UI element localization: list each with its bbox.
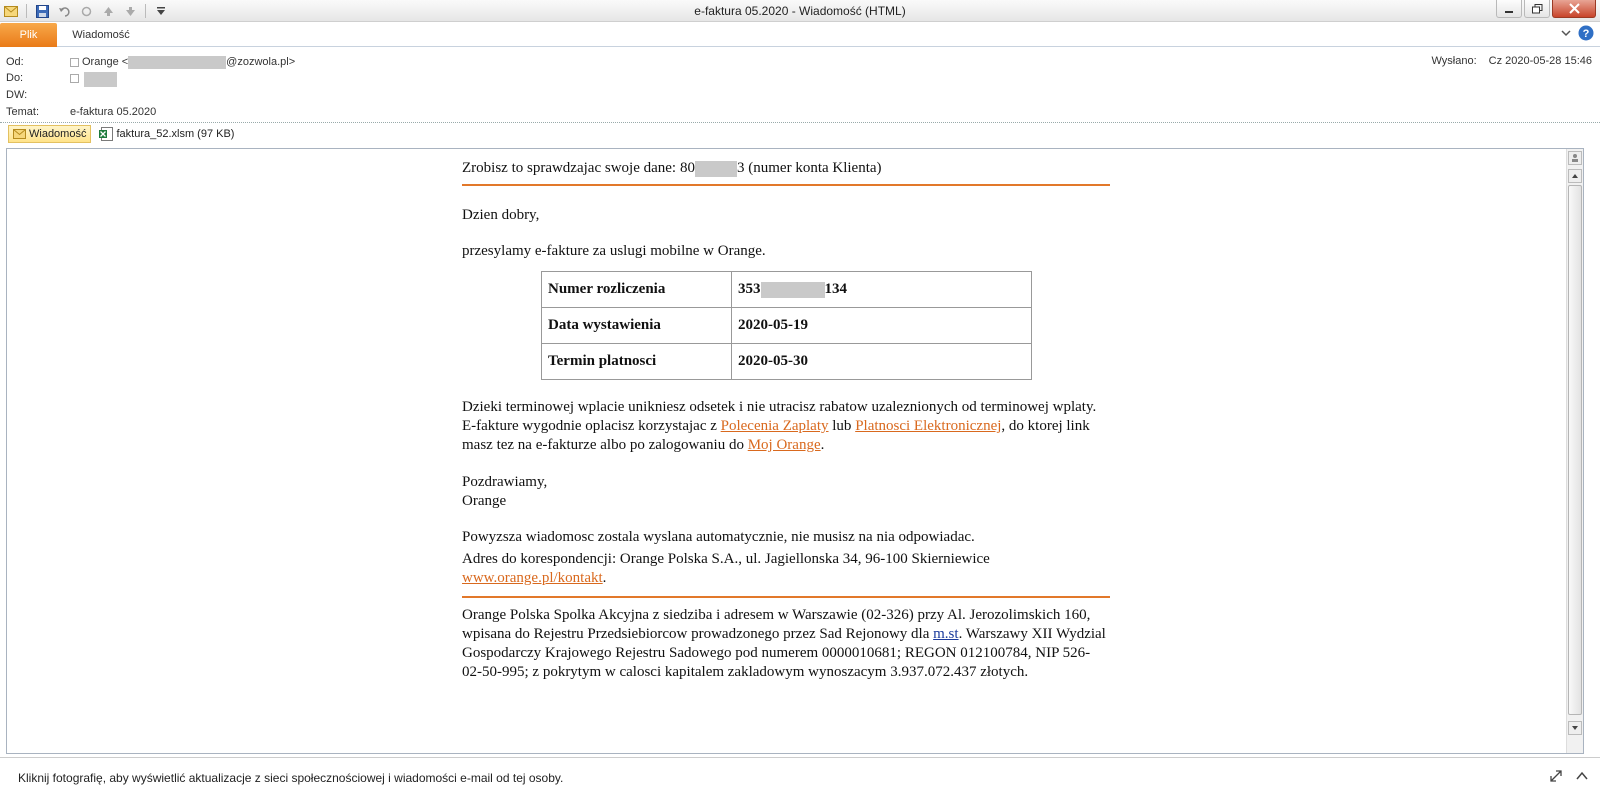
arrow-up-icon xyxy=(1572,174,1578,178)
orange-divider xyxy=(462,596,1110,598)
tab-file[interactable]: Plik xyxy=(0,23,57,47)
restore-button[interactable] xyxy=(1524,0,1550,18)
restore-icon xyxy=(1531,3,1542,13)
from-label: Od: xyxy=(6,56,24,68)
svg-text:?: ? xyxy=(1583,28,1590,40)
scroll-down-button[interactable] xyxy=(1568,721,1582,735)
link-direct-debit[interactable]: Polecenia Zaplaty xyxy=(721,418,829,434)
table-cell-value: 2020-05-19 xyxy=(731,307,1032,344)
intro-text: przesylamy e-fakture za uslugi mobilne w… xyxy=(462,243,766,259)
tab-message[interactable]: Wiadomość xyxy=(62,23,140,47)
from-presence-icon xyxy=(70,57,79,67)
address-paragraph: Adres do korespondencji: Orange Polska S… xyxy=(462,550,1110,588)
link-moj-orange[interactable]: Moj Orange xyxy=(748,437,821,453)
table-cell-label: Termin platnosci xyxy=(541,343,732,380)
table-cell-label: Data wystawienia xyxy=(541,307,732,344)
chevron-up-icon[interactable] xyxy=(1576,770,1588,782)
attachment-message-tab[interactable]: Wiadomość xyxy=(8,125,92,143)
attachment-message-label: Wiadomość xyxy=(29,128,87,140)
subject-value: e-faktura 05.2020 xyxy=(70,106,157,118)
minimize-icon xyxy=(1505,10,1513,13)
window-title: e-faktura 05.2020 - Wiadomość (HTML) xyxy=(694,4,906,18)
cc-label: DW: xyxy=(6,89,28,101)
expand-icon[interactable] xyxy=(1550,770,1562,782)
table-cell-label: Numer rozliczenia xyxy=(541,271,732,308)
window-controls xyxy=(1496,0,1596,18)
people-pane-bar: Kliknij fotografię, aby wyświetlić aktua… xyxy=(0,757,1600,799)
redacted-account xyxy=(695,160,737,177)
people-pane-hint[interactable]: Kliknij fotografię, aby wyświetlić aktua… xyxy=(18,771,563,785)
table-row: Termin platnosci 2020-05-30 xyxy=(541,343,1032,380)
table-row: Numer rozliczenia 353 134 xyxy=(541,271,1032,308)
help-icon[interactable]: ? xyxy=(1578,25,1594,41)
table-row: Data wystawienia 2020-05-19 xyxy=(541,307,1032,344)
auto-note: Powyzsza wiadomosc zostala wyslana autom… xyxy=(462,529,975,545)
payment-text-2: lub xyxy=(828,418,856,434)
payment-paragraph: Dzieki terminowej wplacie unikniesz odse… xyxy=(462,398,1110,455)
attachment-file[interactable]: faktura_52.xlsm (97 KB) xyxy=(95,125,238,143)
attachment-bar: Wiadomość faktura_52.xlsm (97 KB) xyxy=(0,124,1600,144)
payment-text-4: . xyxy=(820,437,825,453)
email-content: Zrobisz to sprawdzajac swoje dane: 80 3 (… xyxy=(462,159,1110,682)
to-label: Do: xyxy=(6,72,24,84)
address-end: . xyxy=(602,570,607,586)
vertical-scrollbar[interactable] xyxy=(1566,149,1583,753)
to-row: Do: xyxy=(6,70,82,86)
minimize-button[interactable] xyxy=(1496,0,1522,18)
redacted-recipient xyxy=(84,72,117,87)
invoice-number-prefix: 353 xyxy=(738,281,761,297)
account-number: 80 3 (numer konta Klienta) xyxy=(680,159,882,178)
people-pane-icon[interactable] xyxy=(1568,151,1582,165)
invoice-table: Numer rozliczenia 353 134 Data wystawieni… xyxy=(541,271,1032,380)
header-divider xyxy=(0,122,1600,123)
table-cell-value: 2020-05-30 xyxy=(731,343,1032,380)
sent-value: Cz 2020-05-28 15:46 xyxy=(1488,55,1592,67)
account-check-line: Zrobisz to sprawdzajac swoje dane: 80 3 (… xyxy=(462,159,1110,178)
link-electronic-payment[interactable]: Platnosci Elektronicznej xyxy=(855,418,1001,434)
redacted-sender xyxy=(128,55,227,69)
ribbon-tabs: Plik Wiadomość ? xyxy=(0,22,1600,47)
sent-label: Wysłano: xyxy=(1431,55,1477,67)
signature: Orange xyxy=(462,493,507,509)
arrow-down-icon xyxy=(1572,726,1578,730)
address-text: Adres do korespondencji: Orange Polska S… xyxy=(462,551,990,567)
account-suffix: 3 (numer konta Klienta) xyxy=(737,160,882,176)
ribbon-right-controls: ? xyxy=(1560,25,1594,41)
sent-info: Wysłano: Cz 2020-05-28 15:46 xyxy=(1432,55,1593,67)
scroll-thumb[interactable] xyxy=(1568,185,1582,715)
regards: Pozdrawiamy, xyxy=(462,474,548,490)
message-body[interactable]: Zrobisz to sprawdzajac swoje dane: 80 3 (… xyxy=(6,148,1584,754)
table-cell-value: 353 134 xyxy=(731,271,1032,308)
title-bar: e-faktura 05.2020 - Wiadomość (HTML) xyxy=(0,0,1600,22)
status-icons xyxy=(1550,770,1588,782)
envelope-icon xyxy=(13,129,26,139)
account-prefix: 80 xyxy=(680,160,695,176)
orange-divider xyxy=(462,184,1110,186)
message-header: Od: Orange < @zozwola.pl> Do: DW: Temat:… xyxy=(0,48,1600,122)
subject-row: Temat: e-faktura 05.2020 xyxy=(6,104,156,120)
from-domain[interactable]: @zozwola.pl> xyxy=(226,56,295,68)
from-name[interactable]: Orange < xyxy=(82,56,128,68)
link-contact[interactable]: www.orange.pl/kontakt xyxy=(462,570,603,586)
close-icon xyxy=(1568,3,1580,14)
to-presence-icon xyxy=(70,73,79,83)
ribbon-collapse-icon[interactable] xyxy=(1560,27,1572,39)
greeting: Dzien dobry, xyxy=(462,207,540,223)
scroll-up-button[interactable] xyxy=(1568,169,1582,183)
close-button[interactable] xyxy=(1552,0,1596,18)
legal-paragraph: Orange Polska Spolka Akcyjna z siedziba … xyxy=(462,606,1110,682)
excel-file-icon xyxy=(99,127,114,141)
invoice-number-suffix: 134 xyxy=(824,281,848,297)
cc-row: DW: xyxy=(6,87,70,103)
account-check-text: Zrobisz to sprawdzajac swoje dane: xyxy=(462,160,677,176)
link-mst[interactable]: m.st xyxy=(933,626,958,642)
subject-label: Temat: xyxy=(6,106,40,118)
attachment-file-name: faktura_52.xlsm (97 KB) xyxy=(116,128,235,140)
redacted-invoice-number xyxy=(760,281,825,298)
from-row: Od: Orange < @zozwola.pl> xyxy=(6,54,295,70)
